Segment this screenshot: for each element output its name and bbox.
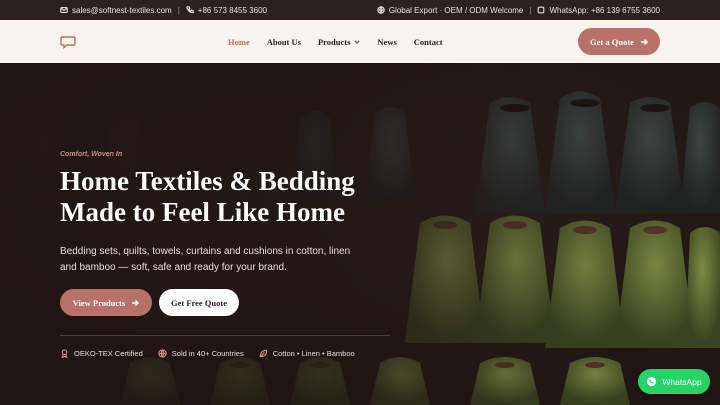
nav-products[interactable]: Products xyxy=(318,37,360,47)
separator: | xyxy=(177,5,180,15)
top-export: Global Export · OEM / ODM Welcome | What… xyxy=(377,6,660,15)
phone-icon xyxy=(185,6,194,14)
nav-contact[interactable]: Contact xyxy=(414,37,443,47)
whatsapp-icon xyxy=(647,376,657,387)
whatsapp-link[interactable]: WhatsApp: +86 139 6755 3600 xyxy=(549,6,660,15)
arrow-right-icon xyxy=(640,38,648,45)
chat-bubble-icon[interactable] xyxy=(60,35,76,49)
nav-label: Home xyxy=(228,36,250,47)
separator: | xyxy=(529,5,532,15)
arrow-right-icon xyxy=(132,299,140,306)
nav-label: Products xyxy=(317,36,351,47)
nav-news[interactable]: News xyxy=(377,37,396,47)
badge-materials: Cotton • Linen • Bamboo xyxy=(259,349,355,358)
badge-label: Sold in 40+ Countries xyxy=(171,349,244,358)
hero-title-line: Home Textiles & Bedding xyxy=(60,166,355,196)
view-products-button[interactable]: View Products xyxy=(60,289,152,316)
badge-countries: Sold in 40+ Countries xyxy=(158,349,244,358)
hero-title-line: Made to Feel Like Home xyxy=(60,197,345,227)
whatsapp-label: WhatsApp xyxy=(662,376,702,387)
globe-icon xyxy=(377,6,385,14)
button-label: View Products xyxy=(72,297,126,308)
button-label: Get Free Quote xyxy=(170,297,227,308)
mail-icon xyxy=(60,7,68,13)
get-free-quote-button[interactable]: Get Free Quote xyxy=(159,289,239,316)
badge-label: OEKO-TEX Certified xyxy=(74,349,143,358)
nav-home[interactable]: Home xyxy=(228,37,250,47)
hero-subtitle: Bedding sets, quilts, towels, curtains a… xyxy=(60,246,351,273)
hero-title: Home Textiles & Bedding Made to Feel Lik… xyxy=(60,166,400,228)
site-header: Home About Us Products News Contact Get … xyxy=(0,20,720,63)
whatsapp-small-icon xyxy=(538,6,545,14)
nav-label: Contact xyxy=(413,36,443,47)
nav-label: About Us xyxy=(266,36,301,47)
get-quote-button[interactable]: Get a Quote xyxy=(578,28,660,55)
badge-label: Cotton • Linen • Bamboo xyxy=(272,349,355,358)
nav-about[interactable]: About Us xyxy=(267,37,301,47)
whatsapp-float-button[interactable]: WhatsApp xyxy=(638,369,710,394)
hero-divider xyxy=(60,335,390,336)
ribbon-icon xyxy=(61,349,68,358)
top-bar: sales@softnest-textiles.com | +86 573 84… xyxy=(0,0,720,20)
cta-label: Get a Quote xyxy=(590,36,634,47)
globe-icon xyxy=(158,349,167,358)
export-text: Global Export · OEM / ODM Welcome xyxy=(388,5,524,15)
hero-tagline: Comfort, Woven In xyxy=(60,151,123,158)
trust-badges: OEKO-TEX Certified Sold in 40+ Countries… xyxy=(60,349,355,358)
phone-link[interactable]: +86 573 8455 3600 xyxy=(198,6,267,15)
nav-label: News xyxy=(377,36,397,47)
badge-oeko-tex: OEKO-TEX Certified xyxy=(60,349,143,358)
top-contact: sales@softnest-textiles.com | +86 573 84… xyxy=(60,6,267,15)
email-link[interactable]: sales@softnest-textiles.com xyxy=(72,6,172,15)
main-nav: Home About Us Products News Contact xyxy=(228,20,460,63)
leaf-icon xyxy=(259,349,267,358)
chevron-down-icon xyxy=(354,39,360,44)
